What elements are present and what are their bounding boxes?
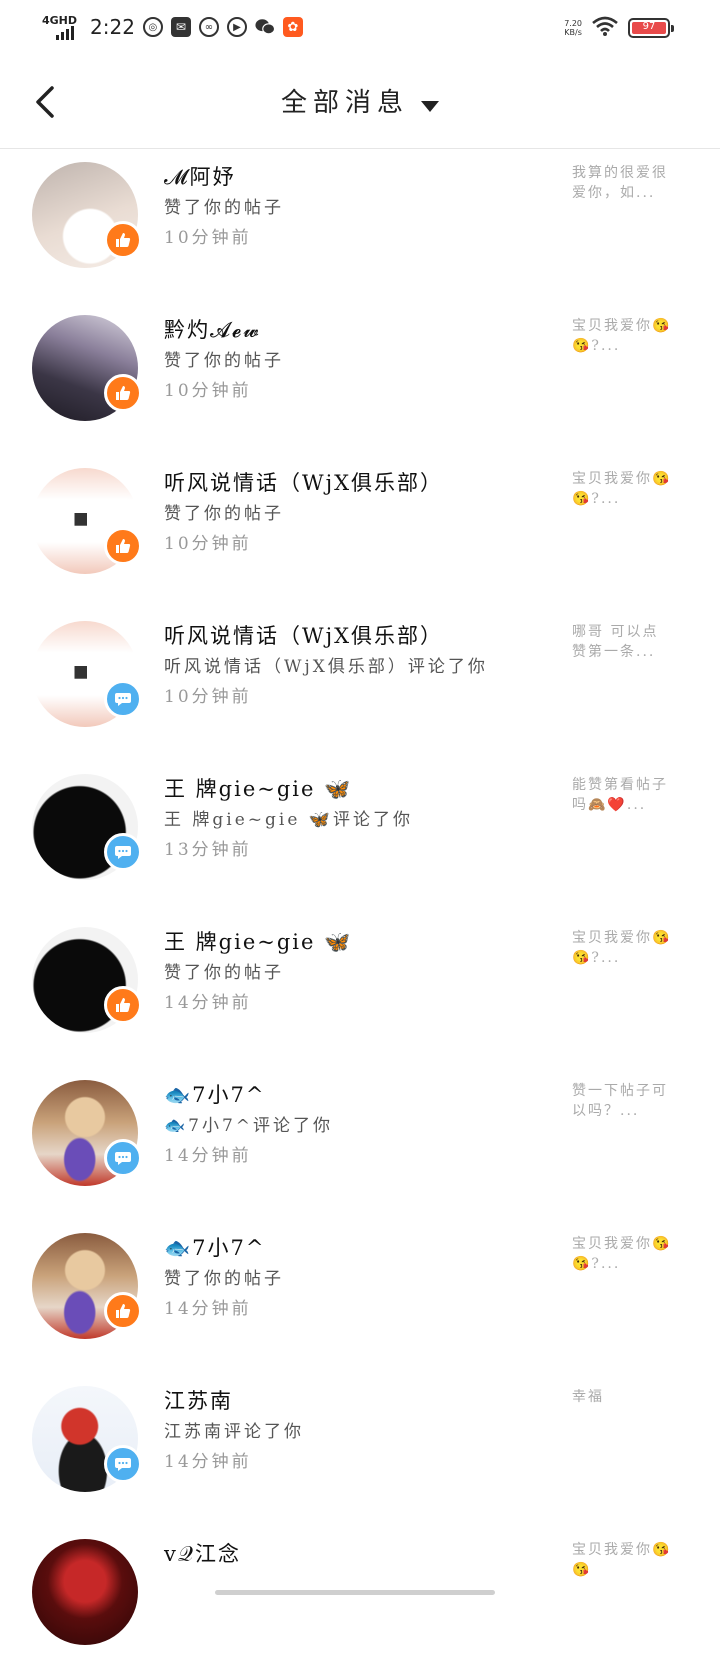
message-item[interactable]: 听风说情话（WjX俱乐部） 听风说情话（WjX俱乐部）评论了你 10分钟前 哪哥…: [0, 608, 720, 761]
message-item[interactable]: 𝓜阿妤 赞了你的帖子 10分钟前 我算的很爱很爱你，如...: [0, 149, 720, 302]
mail-app-icon: ✉: [170, 17, 191, 37]
wifi-icon: [592, 16, 618, 40]
sender-name: 🐟7小7^: [164, 1083, 266, 1107]
network-speed: 7.20 KB/s: [564, 19, 582, 37]
kuaishou-app-icon: ✿: [282, 17, 303, 37]
comment-badge: [104, 1445, 142, 1483]
sender-name: 听风说情话（WjX俱乐部）: [164, 624, 444, 648]
status-right: 7.20 KB/s 97: [564, 16, 674, 40]
top-bar: 全部消息: [0, 56, 720, 149]
message-preview: 赞一下帖子可以吗？...: [572, 1083, 668, 1119]
thumbs-up-icon: [116, 998, 131, 1012]
message-list: 𝓜阿妤 赞了你的帖子 10分钟前 我算的很爱很爱你，如... 黔灼𝓐𝓮𝔀 赞了你…: [0, 149, 720, 1679]
message-action: 赞了你的帖子: [164, 1269, 284, 1289]
like-badge: [104, 527, 142, 565]
message-preview: 能赞第看帖子吗🙈❤️...: [572, 777, 668, 813]
message-time: 10分钟前: [164, 687, 252, 707]
message-item[interactable]: 王 牌gie~gie 🦋 王 牌gie~gie 🦋评论了你 13分钟前 能赞第看…: [0, 761, 720, 914]
link-app-icon: ∞: [198, 17, 219, 37]
wechat-icon: [255, 17, 275, 37]
message-time: 10分钟前: [164, 381, 252, 401]
netease-music-icon: ◎: [142, 17, 163, 37]
message-time: 14分钟前: [164, 1452, 252, 1472]
message-time: 10分钟前: [164, 228, 252, 248]
message-item[interactable]: v𝒬江念 宝贝我爱你😘😘: [0, 1526, 720, 1679]
home-indicator[interactable]: [215, 1590, 495, 1595]
like-badge: [104, 221, 142, 259]
message-item[interactable]: 王 牌gie~gie 🦋 赞了你的帖子 14分钟前 宝贝我爱你😘😘?...: [0, 914, 720, 1067]
avatar[interactable]: [32, 1539, 138, 1645]
sender-name: v𝒬江念: [164, 1542, 241, 1566]
battery-level: 97: [642, 21, 656, 32]
message-action: 江苏南评论了你: [164, 1422, 304, 1442]
dropdown-caret-icon: [421, 101, 439, 112]
status-left: 4GHD 2:22 ◎ ✉ ∞ ▶ ✿: [42, 14, 303, 40]
sender-name: 🐟7小7^: [164, 1236, 266, 1260]
status-bar: 4GHD 2:22 ◎ ✉ ∞ ▶ ✿ 7.20 KB/s 97: [0, 0, 720, 56]
thumbs-up-icon: [116, 1304, 131, 1318]
sender-name: 江苏南: [164, 1389, 233, 1413]
message-preview: 宝贝我爱你😘😘?...: [572, 471, 672, 507]
message-time: 10分钟前: [164, 534, 252, 554]
like-badge: [104, 374, 142, 412]
message-preview: 幸福: [572, 1389, 604, 1405]
message-time: 14分钟前: [164, 1146, 252, 1166]
message-item[interactable]: 听风说情话（WjX俱乐部） 赞了你的帖子 10分钟前 宝贝我爱你😘😘?...: [0, 455, 720, 608]
message-time: 14分钟前: [164, 1299, 252, 1319]
message-action: 听风说情话（WjX俱乐部）评论了你: [164, 657, 488, 677]
comment-badge: [104, 680, 142, 718]
message-filter-dropdown[interactable]: 全部消息: [0, 82, 720, 119]
sender-name: 王 牌gie~gie 🦋: [164, 930, 353, 954]
message-item[interactable]: 江苏南 江苏南评论了你 14分钟前 幸福: [0, 1373, 720, 1526]
thumbs-up-icon: [116, 233, 131, 247]
message-time: 13分钟前: [164, 840, 252, 860]
sender-name: 黔灼𝓐𝓮𝔀: [164, 318, 262, 342]
message-action: 赞了你的帖子: [164, 198, 284, 218]
video-app-icon: ▶: [226, 17, 247, 37]
message-action: 王 牌gie~gie 🦋评论了你: [164, 810, 413, 830]
battery-icon: 97: [628, 18, 674, 38]
thumbs-up-icon: [116, 539, 131, 553]
message-item[interactable]: 黔灼𝓐𝓮𝔀 赞了你的帖子 10分钟前 宝贝我爱你😘😘?...: [0, 302, 720, 455]
sender-name: 𝓜阿妤: [164, 165, 236, 189]
cellular-signal-icon: 4GHD: [42, 14, 77, 40]
comment-badge: [104, 1139, 142, 1177]
thumbs-up-icon: [116, 386, 131, 400]
comment-bubble-icon: [115, 1152, 131, 1165]
like-badge: [104, 1292, 142, 1330]
message-item[interactable]: 🐟7小7^ 赞了你的帖子 14分钟前 宝贝我爱你😘😘?...: [0, 1220, 720, 1373]
message-preview: 我算的很爱很爱你，如...: [572, 165, 668, 201]
message-preview: 宝贝我爱你😘😘?...: [572, 1236, 672, 1272]
comment-badge: [104, 833, 142, 871]
status-time: 2:22: [90, 15, 135, 39]
comment-bubble-icon: [115, 1458, 131, 1471]
message-time: 14分钟前: [164, 993, 252, 1013]
sender-name: 王 牌gie~gie 🦋: [164, 777, 353, 801]
like-badge: [104, 986, 142, 1024]
message-preview: 宝贝我爱你😘😘?...: [572, 930, 672, 966]
message-action: 赞了你的帖子: [164, 963, 284, 983]
message-preview: 宝贝我爱你😘😘: [572, 1542, 672, 1578]
message-action: 🐟7小7^评论了你: [164, 1116, 334, 1136]
sender-name: 听风说情话（WjX俱乐部）: [164, 471, 444, 495]
comment-bubble-icon: [115, 693, 131, 706]
message-action: 赞了你的帖子: [164, 504, 284, 524]
message-preview: 宝贝我爱你😘😘?...: [572, 318, 672, 354]
message-item[interactable]: 🐟7小7^ 🐟7小7^评论了你 14分钟前 赞一下帖子可以吗？...: [0, 1067, 720, 1220]
comment-bubble-icon: [115, 846, 131, 859]
page-title: 全部消息: [280, 88, 409, 118]
message-preview: 哪哥 可以点赞第一条...: [572, 624, 659, 660]
message-action: 赞了你的帖子: [164, 351, 284, 371]
